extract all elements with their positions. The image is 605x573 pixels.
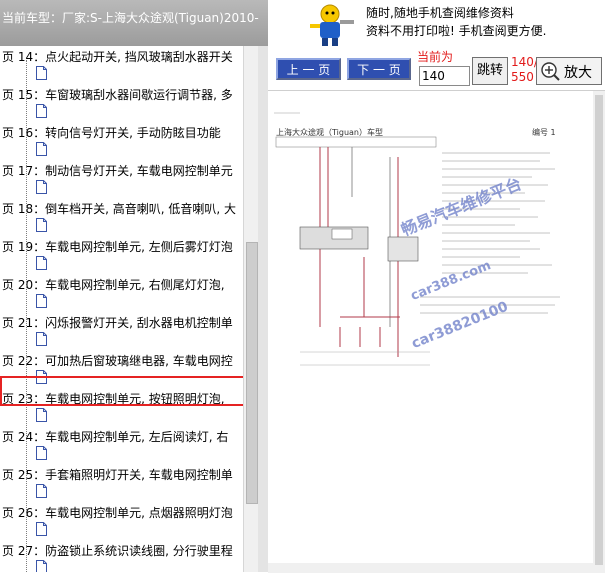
zoom-in-button[interactable]: 放大 [536,57,602,85]
selected-item-highlight [0,376,256,406]
tree-guide-line [26,60,28,572]
tree-item-page-20[interactable]: 页 20：车载电网控制单元, 右侧尾灯灯泡, [0,274,243,293]
app-header: 当前车型：厂家:S-上海大众途观(Tiguan)2010- 随时,随地手机查阅维… [0,0,605,46]
tree-item-label: 页 14：点火起动开关, 挡风玻璃刮水器开关 [2,50,233,64]
page-count-current: 140/ [511,55,538,69]
doc-header-right: 编号 1 [532,127,556,137]
ad-text-line1: 随时,随地手机查阅维修资料 [366,6,514,20]
tree-item-label: 页 21：闪烁报警灯开关, 刮水器电机控制单 [2,316,233,330]
page-tree: 页 14：点火起动开关, 挡风玻璃刮水器开关 页 15：车窗玻璃刮水器间歇运行调… [0,46,243,572]
page-number-input[interactable] [419,66,470,86]
page-count: 140/ 550 [511,55,538,85]
mascot-logo-icon [300,0,362,46]
tree-item-label: 页 25：手套箱照明灯开关, 车载电网控制单 [2,468,233,482]
tree-item-page-18[interactable]: 页 18：倒车档开关, 高音喇叭, 低音喇叭, 大 [0,198,243,217]
tree-item-page-16[interactable]: 页 16：转向信号灯开关, 手动防眩目功能 [0,122,243,141]
current-page-label: 当前为 [417,50,454,64]
document-vertical-scrollbar[interactable] [593,91,605,573]
document-scroll-thumb[interactable] [595,95,603,565]
tree-item-label: 页 17：制动信号灯开关, 车载电网控制单元 [2,164,233,178]
page-count-total: 550 [511,70,534,84]
tree-item-label: 页 24：车载电网控制单元, 左后阅读灯, 右 [2,430,229,444]
tree-item-label: 页 27：防盗锁止系统识读线圈, 分行驶里程 [2,544,233,558]
document-viewer: 上 一 页 下 一 页 当前为 跳转 140/ 550 放大 上海大众途观（Ti… [268,46,605,573]
jump-button[interactable]: 跳转 [472,57,508,85]
zoom-in-icon [541,62,560,81]
tree-item-label: 页 15：车窗玻璃刮水器间歇运行调节器, 多 [2,88,233,102]
tree-item-page-27[interactable]: 页 27：防盗锁止系统识读线圈, 分行驶里程 [0,540,243,559]
document-icon[interactable] [36,104,47,118]
tree-item-label: 页 20：车载电网控制单元, 右侧尾灯灯泡, [2,278,225,292]
document-icon[interactable] [36,560,47,572]
tree-item-page-14[interactable]: 页 14：点火起动开关, 挡风玻璃刮水器开关 [0,46,243,65]
document-page-area: 上海大众途观（Tiguan）车型 编号 1 畅易汽车维修平台 car388.co… [268,90,605,573]
tree-item-label: 页 18：倒车档开关, 高音喇叭, 低音喇叭, 大 [2,202,236,216]
document-icon[interactable] [36,218,47,232]
zoom-label: 放大 [564,65,592,81]
document-icon[interactable] [36,294,47,308]
vehicle-model-bar: 当前车型：厂家:S-上海大众途观(Tiguan)2010- [0,0,268,46]
tree-item-page-21[interactable]: 页 21：闪烁报警灯开关, 刮水器电机控制单 [0,312,243,331]
tree-item-label: 页 19：车载电网控制单元, 左侧后雾灯灯泡 [2,240,233,254]
document-icon[interactable] [36,408,47,422]
tree-item-page-15[interactable]: 页 15：车窗玻璃刮水器间歇运行调节器, 多 [0,84,243,103]
document-icon[interactable] [36,522,47,536]
prev-page-button[interactable]: 上 一 页 [276,58,341,80]
document-icon[interactable] [36,142,47,156]
tree-scrollbar[interactable] [243,46,259,572]
vehicle-model-title: 当前车型：厂家:S-上海大众途观(Tiguan)2010- [2,11,259,25]
panel-splitter[interactable] [258,46,268,572]
next-page-button[interactable]: 下 一 页 [347,58,411,80]
tree-item-page-26[interactable]: 页 26：车载电网控制单元, 点烟器照明灯泡 [0,502,243,521]
mobile-ad-banner[interactable]: 随时,随地手机查阅维修资料 资料不用打印啦! 手机查阅更方便. [362,0,605,46]
document-icon[interactable] [36,484,47,498]
document-icon[interactable] [36,180,47,194]
tree-item-label: 页 26：车载电网控制单元, 点烟器照明灯泡 [2,506,233,520]
tree-item-page-25[interactable]: 页 25：手套箱照明灯开关, 车载电网控制单 [0,464,243,483]
document-icon[interactable] [36,66,47,80]
document-icon[interactable] [36,256,47,270]
tree-item-page-19[interactable]: 页 19：车载电网控制单元, 左侧后雾灯灯泡 [0,236,243,255]
tree-item-page-17[interactable]: 页 17：制动信号灯开关, 车载电网控制单元 [0,160,243,179]
tree-scroll-thumb[interactable] [246,242,258,504]
document-icon[interactable] [36,332,47,346]
tree-item-label: 页 16：转向信号灯开关, 手动防眩目功能 [2,126,221,140]
wiring-diagram-page: 上海大众途观（Tiguan）车型 编号 1 畅易汽车维修平台 car388.co… [270,97,593,567]
tree-item-page-22[interactable]: 页 22：可加热后窗玻璃继电器, 车载电网控 [0,350,243,369]
document-icon[interactable] [36,446,47,460]
doc-header-left: 上海大众途观（Tiguan）车型 [276,127,383,137]
tree-item-page-24[interactable]: 页 24：车载电网控制单元, 左后阅读灯, 右 [0,426,243,445]
viewer-toolbar: 上 一 页 下 一 页 当前为 跳转 140/ 550 放大 [268,46,605,90]
tree-item-label: 页 22：可加热后窗玻璃继电器, 车载电网控 [2,354,233,368]
ad-text-line2: 资料不用打印啦! 手机查阅更方便. [366,24,547,38]
